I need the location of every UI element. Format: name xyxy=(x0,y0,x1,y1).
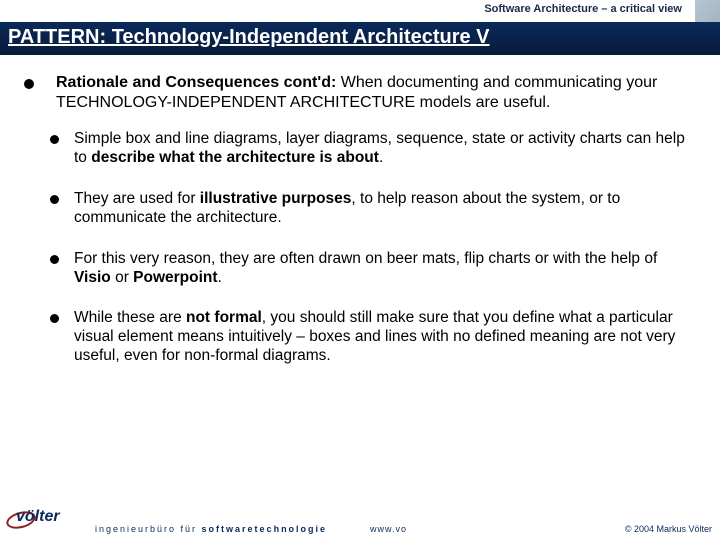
tagline-a: ingenieurbüro für xyxy=(95,524,202,534)
bullet-icon xyxy=(50,195,59,204)
logo-text: völter xyxy=(16,508,60,526)
sub-bullet-3: For this very reason, they are often dra… xyxy=(50,250,690,288)
bullet-icon xyxy=(50,255,59,264)
text-bold: not formal xyxy=(186,309,262,326)
footer: völter ingenieurbüro für softwaretechnol… xyxy=(0,510,720,540)
lead-bold: Rationale and Consequences cont'd: xyxy=(56,74,336,91)
bullet-icon xyxy=(24,79,34,89)
tagline-b: softwaretechnologie xyxy=(202,524,328,534)
sub-bullet-1: Simple box and line diagrams, layer diag… xyxy=(50,130,690,168)
text-bold: Powerpoint xyxy=(133,269,217,286)
text: . xyxy=(218,269,222,286)
logo: völter xyxy=(6,508,86,532)
doc-title: Software Architecture – a critical view xyxy=(484,3,712,15)
doc-header: Software Architecture – a critical view xyxy=(0,0,720,22)
slide-title: PATTERN: Technology-Independent Architec… xyxy=(8,26,490,48)
footer-copyright: © 2004 Markus Völter xyxy=(625,524,712,534)
footer-url: www.vo xyxy=(370,524,407,534)
slide-title-bar: PATTERN: Technology-Independent Architec… xyxy=(0,22,720,55)
text: or xyxy=(111,269,133,286)
bullet-icon xyxy=(50,314,59,323)
text: For this very reason, they are often dra… xyxy=(74,250,657,267)
text: They are used for xyxy=(74,190,200,207)
text-bold: illustrative purposes xyxy=(200,190,352,207)
sub-bullet-4: While these are not formal, you should s… xyxy=(50,309,690,366)
main-bullet: Rationale and Consequences cont'd: When … xyxy=(50,73,690,112)
text: . xyxy=(379,149,383,166)
text: While these are xyxy=(74,309,186,326)
sub-bullet-2: They are used for illustrative purposes,… xyxy=(50,190,690,228)
text-bold: Visio xyxy=(74,269,111,286)
slide-content: Rationale and Consequences cont'd: When … xyxy=(0,55,720,366)
footer-tagline: ingenieurbüro für softwaretechnologie xyxy=(95,524,327,534)
bullet-icon xyxy=(50,135,59,144)
text-bold: describe what the architecture is about xyxy=(91,149,379,166)
